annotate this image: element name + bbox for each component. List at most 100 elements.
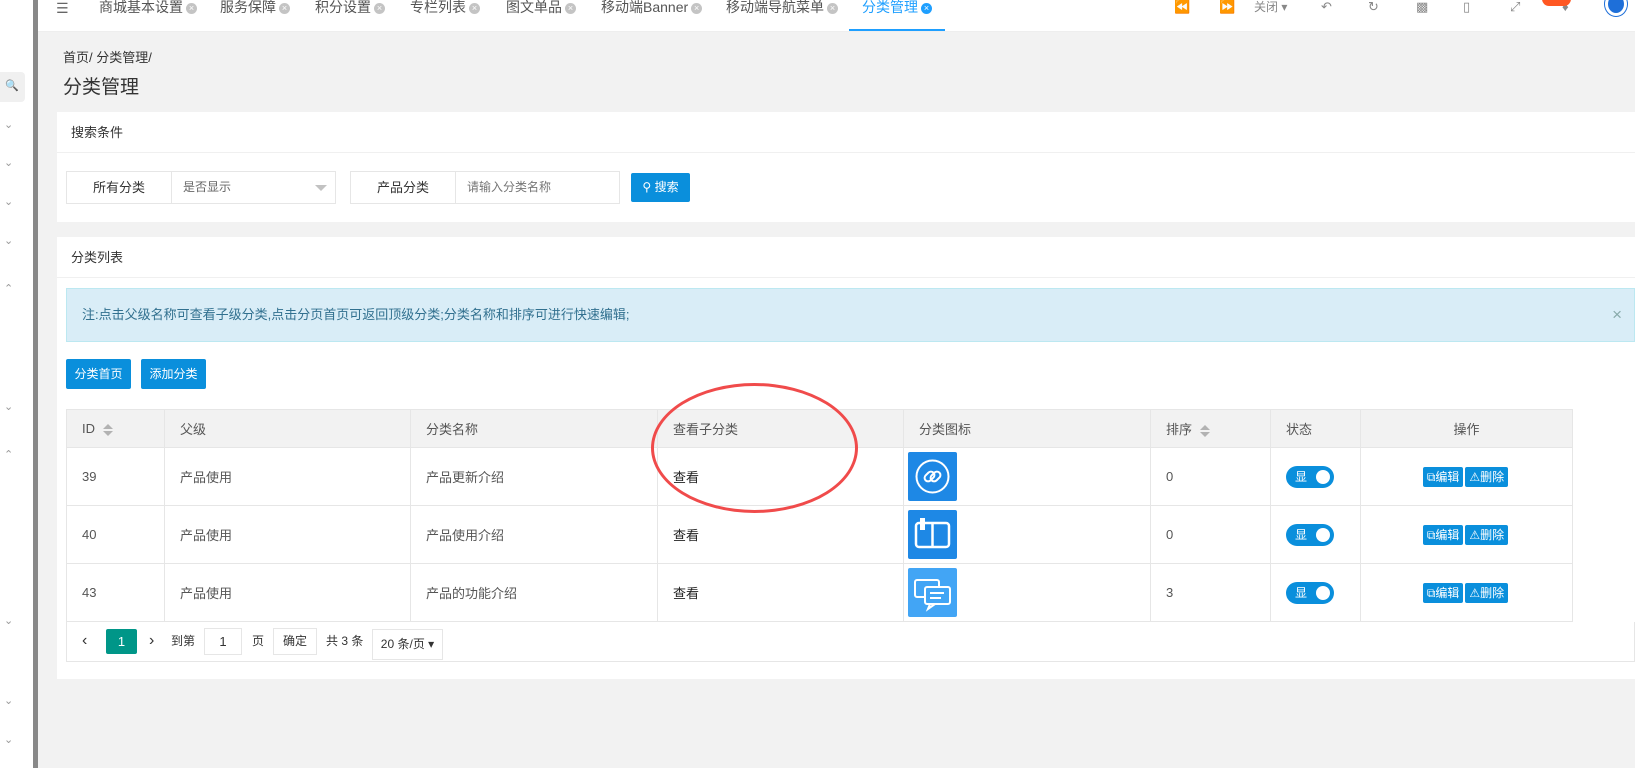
tab-label: 图文单品 — [506, 0, 562, 15]
tab-label: 移动端导航菜单 — [726, 0, 824, 15]
sort-icon[interactable] — [103, 423, 113, 436]
search-card-header: 搜索条件 — [57, 112, 1635, 153]
tab-points[interactable]: 积分设置 × — [315, 0, 385, 31]
close-icon[interactable]: × — [1612, 289, 1622, 341]
category-home-button[interactable]: 分类首页 — [66, 359, 131, 389]
cell-name[interactable]: 产品的功能介绍 — [410, 563, 658, 622]
breadcrumb-current[interactable]: 分类管理 — [96, 50, 148, 65]
delete-label: 删除 — [1480, 585, 1505, 600]
close-icon[interactable]: × — [279, 3, 290, 14]
close-icon[interactable]: × — [186, 3, 197, 14]
tab-bar: ☰ 商城基本设置 × 服务保障 × 积分设置 × 专栏列表 × 图文单品 × 移动端Ban… — [38, 0, 1635, 32]
menu-toggle-icon[interactable]: ☰ — [56, 0, 69, 17]
close-icon[interactable]: × — [374, 3, 385, 14]
notice-alert: 注:点击父级名称可查看子级分类,点击分页首页可返回顶级分类;分类名称和排序可进行… — [66, 288, 1635, 342]
sort-icon[interactable] — [1200, 424, 1211, 437]
tab-mobile-nav[interactable]: 移动端导航菜单 × — [726, 0, 838, 31]
chevron-down-icon[interactable]: ⌄ — [4, 118, 18, 132]
dropdown-arrow-icon — [315, 185, 327, 191]
sitemap-icon[interactable]: ▩ — [1416, 0, 1428, 14]
forward-icon[interactable]: ⏩ — [1219, 0, 1235, 14]
delete-label: 删除 — [1480, 527, 1505, 542]
cell-parent[interactable]: 产品使用 — [164, 447, 411, 506]
edit-button[interactable]: ⧉编辑 — [1422, 466, 1464, 487]
page-size-label: 20 条/页 — [380, 637, 425, 651]
confirm-button[interactable]: 确定 — [273, 628, 317, 655]
refresh-icon[interactable]: ↻ — [1368, 0, 1379, 14]
tab-category-management[interactable]: 分类管理 × — [849, 0, 945, 31]
undo-icon[interactable]: ↶ — [1321, 0, 1332, 14]
chevron-down-icon[interactable]: ⌄ — [4, 400, 18, 414]
toggle-knob — [1316, 585, 1330, 600]
view-children-link[interactable]: 查看 — [657, 563, 904, 622]
status-toggle[interactable]: 显 — [1286, 581, 1334, 604]
mobile-icon[interactable]: ▯ — [1463, 0, 1470, 14]
edit-button[interactable]: ⧉编辑 — [1422, 524, 1464, 545]
cell-sort[interactable]: 0 — [1150, 505, 1271, 564]
edit-button[interactable]: ⧉编辑 — [1422, 582, 1464, 603]
tab-service[interactable]: 服务保障 × — [220, 0, 290, 31]
add-category-button[interactable]: 添加分类 — [141, 359, 206, 389]
fullscreen-icon[interactable]: ⤢ — [1510, 0, 1520, 14]
cell-name[interactable]: 产品使用介绍 — [410, 505, 658, 564]
tab-label: 商城基本设置 — [99, 0, 183, 15]
table-row: 40 产品使用 产品使用介绍 查看 0 显 ⧉编辑 ⚠删除 — [66, 505, 1573, 564]
sidebar-search[interactable]: 🔍 — [0, 72, 25, 102]
tab-shop-settings[interactable]: 商城基本设置 × — [99, 0, 197, 31]
close-icon[interactable]: × — [921, 3, 932, 14]
column-header-name: 分类名称 — [410, 409, 658, 448]
cell-sort[interactable]: 0 — [1150, 447, 1271, 506]
cell-parent[interactable]: 产品使用 — [164, 563, 411, 622]
column-header-icon: 分类图标 — [903, 409, 1151, 448]
column-label: ID — [82, 421, 95, 436]
prev-page-icon[interactable]: ‹ — [82, 622, 87, 660]
chevron-down-icon[interactable]: ⌄ — [4, 733, 18, 747]
view-children-link[interactable]: 查看 — [657, 505, 904, 564]
toggle-knob — [1316, 527, 1330, 542]
close-menu[interactable]: 关闭 ▾ — [1254, 0, 1287, 14]
chevron-down-icon[interactable]: ⌄ — [4, 195, 18, 209]
cell-name[interactable]: 产品更新介绍 — [410, 447, 658, 506]
search-button[interactable]: ⚲ 搜索 — [631, 173, 690, 202]
delete-button[interactable]: ⚠删除 — [1465, 524, 1509, 545]
goto-page-input[interactable]: 1 — [204, 628, 242, 655]
cell-icon — [903, 563, 1151, 622]
column-label: 排序 — [1166, 422, 1193, 437]
status-toggle[interactable]: 显 — [1286, 523, 1334, 546]
current-page[interactable]: 1 — [106, 629, 137, 654]
rewind-icon[interactable]: ⏪ — [1174, 0, 1190, 14]
delete-button[interactable]: ⚠删除 — [1465, 582, 1509, 603]
cell-parent[interactable]: 产品使用 — [164, 505, 411, 564]
delete-button[interactable]: ⚠删除 — [1465, 466, 1509, 487]
next-page-icon[interactable]: › — [149, 622, 154, 660]
status-toggle[interactable]: 显 — [1286, 465, 1334, 488]
field-label: 产品分类 — [351, 172, 456, 203]
chevron-down-icon[interactable]: ⌄ — [4, 156, 18, 170]
chevron-down-icon[interactable]: ⌄ — [4, 234, 18, 248]
link-icon — [908, 452, 957, 501]
tab-mobile-banner[interactable]: 移动端Banner × — [601, 0, 703, 31]
close-icon[interactable]: × — [469, 3, 480, 14]
tab-graphic-items[interactable]: 图文单品 × — [506, 0, 576, 31]
breadcrumb-home[interactable]: 首页 — [63, 50, 89, 65]
page-size-select[interactable]: 20 条/页 ▾ — [372, 629, 443, 660]
column-header-sort[interactable]: 排序 — [1150, 409, 1271, 448]
warning-icon: ⚠ — [1469, 469, 1481, 484]
close-icon[interactable]: × — [827, 3, 838, 14]
chevron-down-icon[interactable]: ⌄ — [4, 614, 18, 628]
cell-sort[interactable]: 3 — [1150, 563, 1271, 622]
search-input[interactable]: 请输入分类名称 — [456, 172, 551, 203]
tab-label: 积分设置 — [315, 0, 371, 15]
chevron-down-icon[interactable]: ⌄ — [4, 694, 18, 708]
close-icon[interactable]: × — [565, 3, 576, 14]
filter-label: 所有分类 — [67, 172, 172, 203]
cell-status: 显 — [1270, 505, 1361, 564]
column-header-id[interactable]: ID — [66, 409, 165, 448]
display-filter-select[interactable]: 所有分类 是否显示 — [66, 171, 336, 204]
category-name-field[interactable]: 产品分类 请输入分类名称 — [350, 171, 620, 204]
chevron-up-icon[interactable]: ⌃ — [4, 448, 18, 462]
tab-columns[interactable]: 专栏列表 × — [410, 0, 480, 31]
edit-label: 编辑 — [1435, 527, 1460, 542]
chevron-up-icon[interactable]: ⌃ — [4, 282, 18, 296]
close-icon[interactable]: × — [691, 3, 703, 14]
